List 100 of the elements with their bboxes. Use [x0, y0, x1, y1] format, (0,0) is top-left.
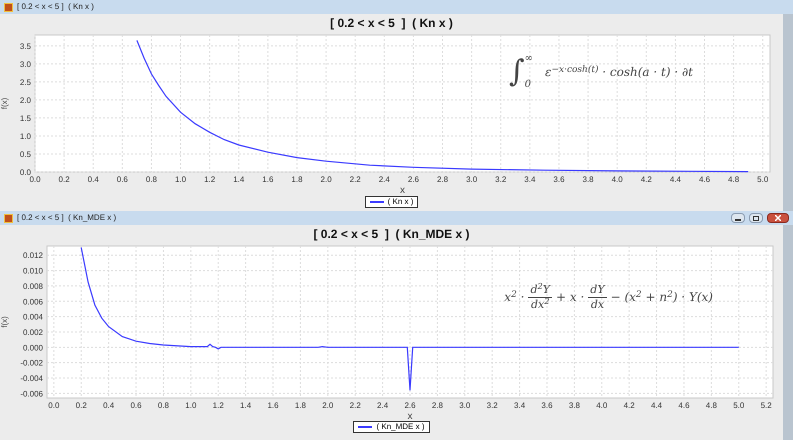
- x-tick-label: 3.4: [524, 175, 536, 184]
- x-axis-label: x: [408, 411, 412, 421]
- x-tick-label: 3.2: [486, 401, 498, 410]
- x-tick-label: 3.0: [459, 401, 470, 410]
- x-tick-label: 1.8: [291, 175, 303, 184]
- y-tick-label: 1.0: [20, 132, 31, 141]
- y-tick-label: 2.0: [20, 96, 31, 105]
- x-tick-label: 4.8: [728, 175, 740, 184]
- x-tick-label: 0.6: [116, 175, 128, 184]
- denominator: dx: [590, 298, 606, 312]
- x-tick-label: 2.0: [322, 401, 334, 410]
- chart-title: [ 0.2 < x < 5 ] ( Kn_MDE x ): [313, 227, 470, 241]
- y-tick-label: 0.002: [22, 328, 43, 337]
- x-tick-label: 3.8: [582, 175, 594, 184]
- x-tick-label: 0.2: [58, 175, 70, 184]
- x-tick-label: 4.2: [624, 401, 635, 410]
- app-icon: [4, 2, 13, 12]
- x-tick-label: 2.4: [378, 175, 390, 184]
- x-tick-label: 0.8: [158, 401, 169, 410]
- lower-limit: 0: [524, 80, 532, 90]
- numerator: dY: [588, 283, 607, 298]
- y-tick-label: 0.006: [22, 297, 43, 306]
- x-tick-label: 0.8: [146, 175, 157, 184]
- x-tick-label: 1.4: [240, 401, 252, 410]
- y-axis-label: f(x): [0, 316, 9, 328]
- close-icon: [775, 215, 781, 221]
- x-tick-label: 1.0: [174, 175, 186, 184]
- y-tick-label: 0.000: [22, 343, 43, 352]
- y-tick-label: -0.006: [20, 389, 43, 398]
- y-axis-label: f(x): [0, 98, 9, 110]
- x-tick-label: 4.6: [678, 401, 690, 410]
- legend-label: ( Kn x ): [388, 196, 414, 208]
- y-tick-label: 0.004: [22, 312, 43, 322]
- x-tick-label: 2.2: [350, 175, 361, 184]
- y-tick-label: 3.0: [20, 60, 31, 69]
- x-tick-label: 0.4: [88, 175, 99, 184]
- x-tick-label: 3.8: [568, 401, 580, 410]
- y-tick-label: 0.012: [22, 251, 43, 260]
- x-tick-label: 1.6: [267, 401, 279, 410]
- formula-term: − (x$^{2}$ + n$^{2}$) · Y(x): [610, 288, 713, 306]
- x-tick-label: 3.4: [514, 401, 526, 410]
- x-tick-label: 1.4: [233, 175, 244, 184]
- close-button[interactable]: [767, 213, 789, 223]
- y-tick-label: 2.5: [20, 78, 31, 87]
- x-tick-label: 2.6: [404, 401, 416, 410]
- y-tick-label: 3.5: [20, 42, 31, 51]
- x-tick-label: 4.2: [640, 175, 652, 184]
- app-icon: [4, 214, 13, 222]
- x-tick-label: 4.8: [706, 401, 717, 410]
- formula-term: + x ·: [556, 289, 584, 306]
- x-tick-label: 5.0: [733, 401, 744, 410]
- x-tick-label: 1.8: [294, 401, 306, 410]
- x-tick-label: 2.4: [377, 401, 388, 410]
- x-tick-label: 3.2: [495, 175, 506, 184]
- x-tick-label: 2.8: [436, 175, 448, 184]
- x-tick-label: 5.2: [760, 401, 772, 410]
- x-tick-label: 2.6: [408, 175, 419, 184]
- y-tick-label: -0.002: [20, 358, 43, 368]
- x-tick-label: 1.6: [262, 175, 274, 184]
- x-tick-label: 4.0: [612, 175, 623, 184]
- x-tick-label: 0.6: [130, 401, 142, 410]
- x-tick-label: 0.0: [29, 175, 41, 184]
- maximize-icon: [753, 216, 759, 220]
- y-tick-label: 0.0: [20, 168, 31, 177]
- minimize-icon: [735, 219, 741, 222]
- x-tick-label: 2.2: [350, 401, 361, 410]
- y-tick-label: 0.5: [20, 150, 31, 159]
- maximize-button[interactable]: [749, 213, 763, 223]
- legend-label: ( Kn_MDE x ): [376, 421, 424, 433]
- x-tick-label: 4.0: [596, 401, 608, 410]
- y-tick-label: 0.008: [22, 282, 43, 291]
- x-tick-label: 2.0: [320, 175, 332, 184]
- chart-title: [ 0.2 < x < 5 ] ( Kn x ): [330, 16, 453, 30]
- x-tick-label: 0.0: [48, 401, 60, 410]
- window-title: [ 0.2 < x < 5 ] ( Kn_MDE x ): [17, 212, 116, 224]
- upper-limit: ∞: [524, 54, 534, 64]
- integrand: ε$^{−x·cosh(t)}$ · cosh(a · t) · ∂t: [545, 64, 693, 81]
- integral-sign: ∫: [509, 57, 525, 87]
- numerator: d$^{2}$Y: [528, 283, 552, 298]
- x-tick-label: 2.8: [432, 401, 443, 410]
- minimize-button[interactable]: [731, 213, 745, 223]
- x-tick-label: 0.4: [103, 401, 114, 410]
- x-tick-label: 4.6: [698, 175, 710, 184]
- window-title: [ 0.2 < x < 5 ] ( Kn x ): [17, 1, 94, 13]
- x-tick-label: 4.4: [670, 175, 681, 184]
- x-tick-label: 3.0: [466, 175, 478, 184]
- y-tick-label: 1.5: [20, 114, 31, 123]
- x-tick-label: 3.6: [541, 401, 553, 410]
- x-tick-label: 0.2: [76, 401, 87, 410]
- x-tick-label: 1.0: [185, 401, 196, 410]
- x-tick-label: 4.4: [651, 401, 662, 410]
- x-tick-label: 1.2: [204, 175, 216, 184]
- x-axis-label: x: [400, 185, 405, 196]
- y-tick-label: -0.004: [20, 374, 43, 384]
- formula-term: x$^{2}$ ·: [504, 288, 524, 306]
- y-tick-label: 0.010: [22, 266, 43, 276]
- x-tick-label: 3.6: [553, 175, 565, 184]
- x-tick-label: 1.2: [212, 401, 224, 410]
- denominator: dx$^{2}$: [530, 298, 550, 312]
- x-tick-label: 5.0: [757, 175, 768, 184]
